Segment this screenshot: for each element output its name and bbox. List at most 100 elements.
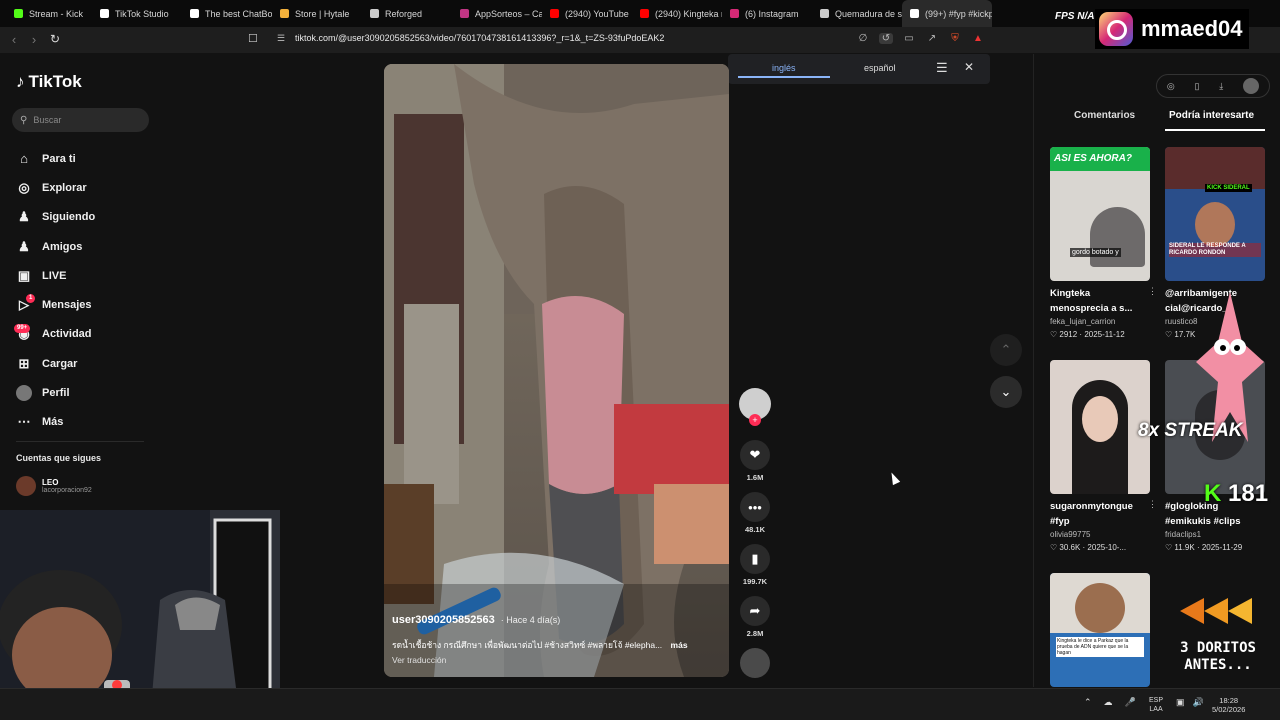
instagram-handle: mmaed04 <box>1141 16 1243 41</box>
more-options-icon[interactable]: ⋮ <box>1148 286 1157 297</box>
share-button[interactable]: ➦ 2.8M <box>738 596 772 638</box>
tab-title: Reforged <box>385 8 423 19</box>
tab-title: (2940) Kingteka m <box>655 8 722 19</box>
following-name: LEO <box>42 478 59 487</box>
translate-source-tab[interactable]: inglés <box>772 63 796 73</box>
like-button[interactable]: ❤ 1.6M <box>738 440 772 482</box>
browser-tab[interactable]: (2940) Kingteka m <box>632 0 722 27</box>
share-icon[interactable]: ↗ <box>925 33 939 44</box>
browser-tab[interactable]: TikTok Studio <box>92 0 182 27</box>
chevron-up-icon[interactable]: ⌃ <box>1084 697 1092 708</box>
tab-suggested[interactable]: Podría interesarte <box>1169 110 1254 121</box>
card-date: 2025-11-12 <box>1084 330 1125 339</box>
video-player[interactable]: user3090205852563 · Hace 4 día(s) รดน้ำเช… <box>384 64 729 677</box>
rewind-arrows-icon <box>1180 598 1252 624</box>
browser-tab[interactable]: Store | Hytale <box>272 0 362 27</box>
cloud-icon[interactable]: ☁ <box>1104 697 1113 708</box>
brave-shield-icon[interactable]: ⛨ <box>948 33 962 44</box>
follow-plus-icon[interactable]: + <box>749 414 761 426</box>
browser-tab[interactable]: (6) Instagram <box>722 0 812 27</box>
sidebar-item-explorar[interactable]: ◎ Explorar <box>16 173 156 202</box>
sidebar: ♪ TikTok ⚲ Buscar ⌂ Para ti ◎ Explorar ♟ Sigu… <box>0 54 160 514</box>
close-icon[interactable]: ✕ <box>964 60 974 74</box>
previous-video-button[interactable]: ⌃ <box>990 334 1022 366</box>
sidebar-item-perfil[interactable]: Perfil <box>16 378 156 407</box>
browser-tab[interactable]: (2940) YouTube <box>542 0 632 27</box>
comment-button[interactable]: ••• 48.1K <box>738 492 772 534</box>
sidebar-item-actividad[interactable]: ◉ Actividad 99+ <box>14 320 156 349</box>
translate-icon[interactable]: ↺ <box>879 33 893 44</box>
avatar[interactable] <box>1243 78 1260 94</box>
divider <box>16 441 144 442</box>
sidebar-item-mensajes[interactable]: ▷ Mensajes 1 <box>16 290 156 319</box>
volume-icon[interactable]: 🔊 <box>1193 697 1204 708</box>
home-icon: ⌂ <box>20 151 28 167</box>
following-item[interactable]: LEO lacorporacion92 <box>16 476 92 496</box>
sound-avatar[interactable] <box>740 648 770 678</box>
browser-tab[interactable]: Stream - Kick <box>6 0 92 27</box>
card-author[interactable]: feka_lujan_carrion <box>1050 317 1150 326</box>
browser-tab[interactable]: Quemadura de so <box>812 0 902 27</box>
caption-more-button[interactable]: más <box>671 640 688 650</box>
sidebar-item-para-ti[interactable]: ⌂ Para ti <box>16 144 156 173</box>
reload-icon[interactable]: ↻ <box>45 32 65 46</box>
tab-favicon-icon <box>550 9 559 18</box>
next-video-button[interactable]: ⌄ <box>990 376 1022 408</box>
sidebar-item-siguiendo[interactable]: ♟ Siguiendo <box>16 203 156 232</box>
translate-target-tab[interactable]: español <box>864 63 896 73</box>
browser-tab[interactable]: Reforged <box>362 0 452 27</box>
url-text[interactable]: tiktok.com/@user3090205852563/video/7601… <box>295 33 664 43</box>
download-icon[interactable]: ⤓ <box>1219 81 1223 92</box>
cast-icon[interactable]: ▭ <box>902 33 916 44</box>
video-author[interactable]: user3090205852563 · Hace 4 día(s) <box>392 614 560 626</box>
layout-code: LAA <box>1149 706 1163 713</box>
video-card[interactable]: sugaronmytongue #fyp olivia99775 ♡ 30.6K… <box>1050 360 1157 552</box>
media-icon[interactable]: ∅ <box>856 33 870 44</box>
sidebar-item-label: Siguiendo <box>42 211 96 224</box>
video-card[interactable]: Kingteka le dice a Parkaz que la prueba … <box>1050 573 1150 687</box>
menu-icon[interactable]: ☰ <box>936 60 948 76</box>
phone-icon[interactable]: ▯ <box>1195 81 1200 92</box>
sidebar-item-amigos[interactable]: ♟ Amigos <box>16 232 156 261</box>
network-icon[interactable]: ▣ <box>1176 697 1185 708</box>
heart-outline-icon: ♡ <box>1050 330 1058 339</box>
card-author[interactable]: olivia99775 <box>1050 530 1150 539</box>
browser-tab[interactable]: (99+) #fyp #kickp <box>902 0 992 27</box>
bookmark-icon[interactable]: ☐ <box>248 32 258 45</box>
tab-underline <box>1165 129 1265 131</box>
video-card[interactable]: ASI ES AHORA? gordo botado y Kingteka me… <box>1050 147 1157 339</box>
sidebar-item-más[interactable]: ⋯ Más <box>16 408 156 437</box>
share-count: 2.8M <box>746 629 764 638</box>
forward-icon[interactable]: › <box>24 32 44 47</box>
save-button[interactable]: ▮ 199.7K <box>738 544 772 586</box>
kick-count-overlay: K 181 <box>1204 480 1268 508</box>
card-author[interactable]: fridaclips1 <box>1165 530 1265 539</box>
search-input[interactable]: ⚲ Buscar <box>12 108 149 132</box>
card-date: 2025-10-... <box>1087 543 1127 552</box>
site-settings-icon[interactable]: ☰ <box>277 33 285 44</box>
sidebar-item-label: Explorar <box>42 181 87 194</box>
compass-small-icon[interactable]: ◎ <box>1167 81 1175 92</box>
thumbnail-text: KICK SIDERAL <box>1205 184 1252 192</box>
more-options-icon[interactable]: ⋮ <box>1148 499 1157 510</box>
sidebar-item-cargar[interactable]: ⊞ Cargar <box>16 349 156 378</box>
mic-icon[interactable]: 🎤 <box>1125 697 1136 708</box>
os-taskbar: ⌃ ☁ 🎤 ESP LAA ▣ 🔊 18:28 5/02/2026 <box>0 688 1280 720</box>
back-icon[interactable]: ‹ <box>4 32 24 47</box>
tab-favicon-icon <box>14 9 23 18</box>
more-icon: ⋯ <box>17 414 31 430</box>
author-avatar[interactable]: + <box>739 388 771 426</box>
browser-tab[interactable]: AppSorteos – Ca <box>452 0 542 27</box>
tab-title: (6) Instagram <box>745 8 799 19</box>
video-username[interactable]: user3090205852563 <box>392 614 495 626</box>
video-thumbnail: KICK SIDERAL SIDERAL LE RESPONDE A RICAR… <box>1165 147 1265 281</box>
clock[interactable]: 18:28 5/02/2026 <box>1212 696 1245 714</box>
sidebar-item-live[interactable]: ▣ LIVE <box>16 261 156 290</box>
keyboard-language[interactable]: ESP LAA <box>1149 696 1163 714</box>
tiktok-logo[interactable]: ♪ TikTok <box>16 72 82 92</box>
browser-tab[interactable]: The best ChatBot <box>182 0 272 27</box>
brave-rewards-icon[interactable]: ▲ <box>971 33 985 44</box>
tab-title: Quemadura de so <box>835 8 902 19</box>
tab-comments[interactable]: Comentarios <box>1074 110 1135 121</box>
see-translation-button[interactable]: Ver traducción <box>392 655 446 665</box>
